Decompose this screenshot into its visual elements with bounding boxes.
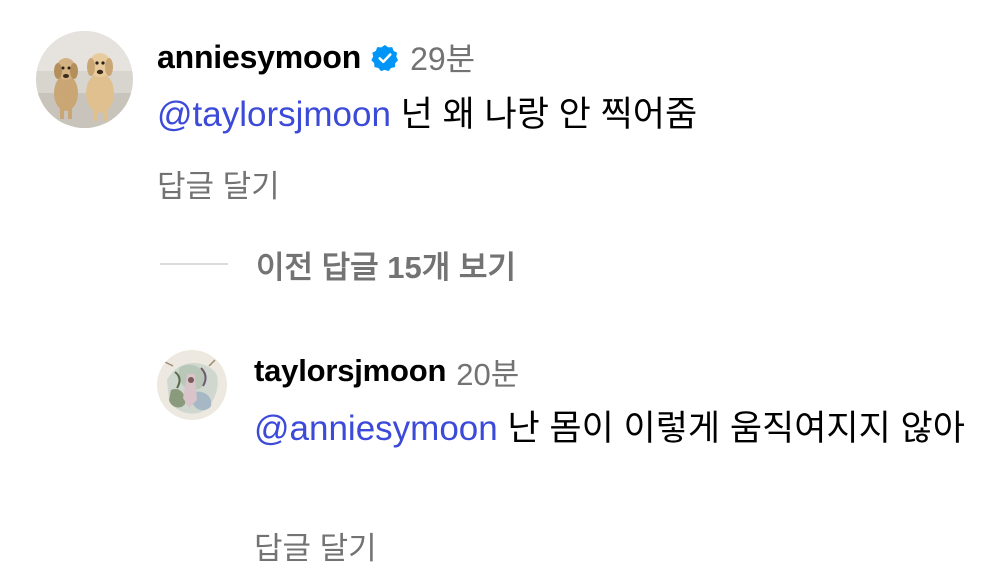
reply-button[interactable]: 답글 달기 [157, 161, 280, 206]
two-dogs-avatar-icon [36, 31, 133, 128]
illustration-avatar-icon [157, 350, 227, 420]
comment-time: 20분 [456, 356, 520, 392]
comment-header: taylorsjmoon 20분 [254, 350, 519, 392]
username[interactable]: taylorsjmoon [254, 353, 446, 389]
view-replies-label: 이전 답글 15개 보기 [256, 249, 516, 285]
avatar-taylorsjmoon[interactable] [157, 350, 227, 420]
comment-time: 29분 [410, 41, 476, 77]
comment-body: @taylorsjmoon 넌 왜 나랑 안 찍어줌 [157, 90, 697, 140]
verified-badge-icon [371, 43, 399, 72]
comment-text: 넌 왜 나랑 안 찍어줌 [390, 95, 698, 134]
comment-text: 난 몸이 이렇게 움직여지지 않아 [497, 409, 965, 448]
username[interactable]: anniesymoon [157, 39, 361, 76]
divider-line [160, 263, 228, 265]
mention-link[interactable]: @anniesymoon [254, 409, 498, 448]
mention-link[interactable]: @taylorsjmoon [157, 95, 391, 134]
view-previous-replies-button[interactable]: 이전 답글 15개 보기 [160, 240, 516, 288]
comment-body: @anniesymoon 난 몸이 이렇게 움직여지지 않아 [254, 404, 969, 454]
reply-button[interactable]: 답글 달기 [254, 523, 377, 568]
comment-header: anniesymoon 29분 [157, 35, 475, 79]
avatar-anniesymoon[interactable] [36, 31, 133, 128]
